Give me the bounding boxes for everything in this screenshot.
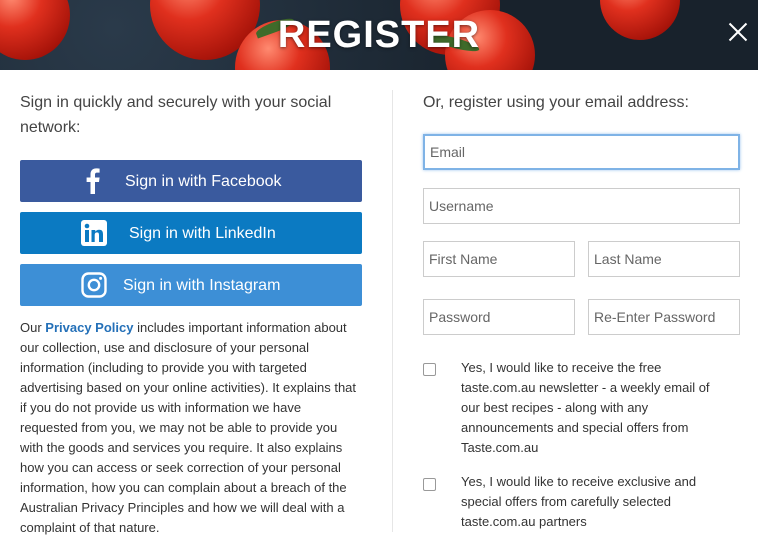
privacy-policy-link[interactable]: Privacy Policy [45, 320, 133, 335]
facebook-signin-label: Sign in with Facebook [125, 173, 282, 190]
last-name-field[interactable] [588, 241, 740, 277]
newsletter-checkbox-label: Yes, I would like to receive the free ta… [461, 360, 710, 455]
social-lead-text: Sign in quickly and securely with your s… [20, 94, 332, 136]
instagram-signin-label: Sign in with Instagram [123, 277, 281, 294]
instagram-icon [81, 272, 107, 298]
linkedin-signin-button[interactable]: Sign in with LinkedIn [20, 212, 362, 254]
email-register-panel: Or, register using your email address: Y… [423, 90, 740, 529]
instagram-signin-button[interactable]: Sign in with Instagram [20, 264, 362, 306]
first-name-field[interactable] [423, 241, 575, 277]
partner-offers-checkbox-label: Yes, I would like to receive exclusive a… [461, 474, 697, 529]
linkedin-signin-label: Sign in with LinkedIn [129, 225, 276, 242]
close-icon[interactable] [728, 22, 748, 42]
column-divider [392, 90, 393, 532]
email-field[interactable] [423, 134, 740, 170]
privacy-policy-text: Our Privacy Policy includes important in… [20, 318, 362, 538]
policy-body: includes important information about our… [20, 320, 357, 535]
facebook-signin-button[interactable]: Sign in with Facebook [20, 160, 362, 202]
username-field[interactable] [423, 188, 740, 224]
page-title: REGISTER [277, 14, 481, 56]
password-field[interactable] [423, 299, 575, 335]
partner-offers-checkbox[interactable] [423, 478, 436, 491]
register-lead-text: Or, register using your email address: [423, 94, 689, 111]
reenter-password-field[interactable] [588, 299, 740, 335]
header-banner: REGISTER [0, 0, 758, 70]
newsletter-checkbox[interactable] [423, 363, 436, 376]
facebook-icon [86, 168, 100, 194]
social-signin-panel: Sign in quickly and securely with your s… [20, 90, 362, 535]
linkedin-icon [81, 220, 107, 246]
policy-prefix: Our [20, 320, 46, 335]
